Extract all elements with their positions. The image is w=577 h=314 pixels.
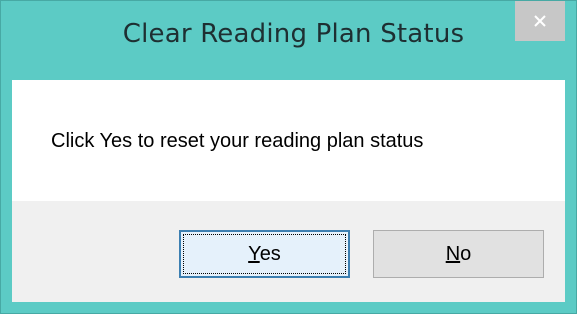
message-panel: Click Yes to reset your reading plan sta…: [12, 80, 565, 201]
dialog-body: Click Yes to reset your reading plan sta…: [12, 80, 565, 302]
no-mnemonic: N: [445, 242, 461, 265]
title-bar[interactable]: Clear Reading Plan Status: [1, 1, 576, 80]
message-text: Click Yes to reset your reading plan sta…: [51, 130, 424, 152]
yes-button[interactable]: Yes: [179, 230, 350, 278]
yes-mnemonic: Y: [248, 242, 260, 265]
yes-label-rest: es: [259, 242, 281, 265]
close-button[interactable]: [515, 1, 565, 41]
no-button[interactable]: No: [373, 230, 544, 278]
no-label-rest: o: [460, 242, 472, 265]
close-icon: [533, 14, 547, 28]
dialog-title: Clear Reading Plan Status: [122, 19, 465, 49]
yes-button-label: Yes: [248, 243, 281, 266]
no-button-label: No: [446, 243, 472, 266]
dialog-window: Clear Reading Plan Status Click Yes to r…: [0, 0, 577, 314]
